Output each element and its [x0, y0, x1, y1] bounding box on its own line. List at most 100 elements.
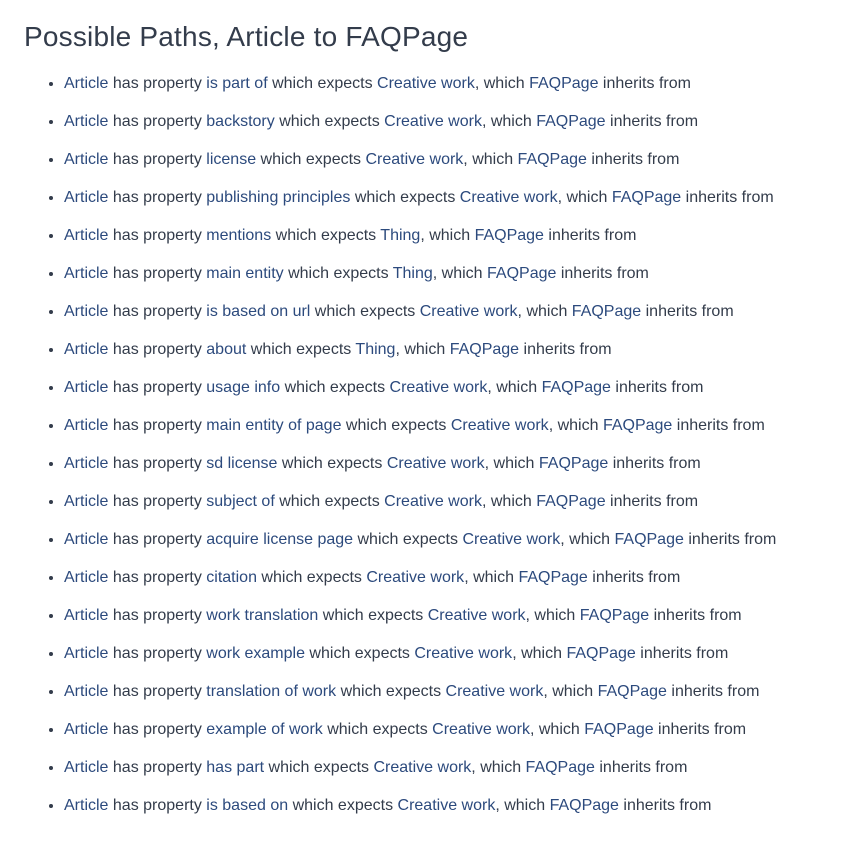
property-link[interactable]: citation — [206, 569, 257, 586]
target-link[interactable]: FAQPage — [572, 303, 641, 320]
expects-link[interactable]: Creative work — [365, 151, 463, 168]
subject-link[interactable]: Article — [64, 379, 108, 396]
target-link[interactable]: FAQPage — [450, 341, 519, 358]
text-which-expects: which expects — [277, 455, 386, 472]
property-link[interactable]: example of work — [206, 721, 323, 738]
text-which-expects: which expects — [271, 227, 380, 244]
expects-link[interactable]: Creative work — [377, 75, 475, 92]
target-link[interactable]: FAQPage — [526, 759, 595, 776]
text-has-property: has property — [108, 607, 206, 624]
subject-link[interactable]: Article — [64, 797, 108, 814]
text-comma-which: , which — [482, 493, 536, 510]
subject-link[interactable]: Article — [64, 493, 108, 510]
property-link[interactable]: translation of work — [206, 683, 336, 700]
property-link[interactable]: about — [206, 341, 246, 358]
property-link[interactable]: publishing principles — [206, 189, 350, 206]
subject-link[interactable]: Article — [64, 759, 108, 776]
property-link[interactable]: usage info — [206, 379, 280, 396]
expects-link[interactable]: Creative work — [420, 303, 518, 320]
property-link[interactable]: sd license — [206, 455, 277, 472]
subject-link[interactable]: Article — [64, 569, 108, 586]
target-link[interactable]: FAQPage — [536, 113, 605, 130]
property-link[interactable]: work example — [206, 645, 305, 662]
target-link[interactable]: FAQPage — [529, 75, 598, 92]
subject-link[interactable]: Article — [64, 341, 108, 358]
property-link[interactable]: acquire license page — [206, 531, 353, 548]
target-link[interactable]: FAQPage — [612, 189, 681, 206]
subject-link[interactable]: Article — [64, 455, 108, 472]
property-link[interactable]: is part of — [206, 75, 267, 92]
property-link[interactable]: main entity of page — [206, 417, 341, 434]
expects-link[interactable]: Creative work — [390, 379, 488, 396]
target-link[interactable]: FAQPage — [487, 265, 556, 282]
text-which-expects: which expects — [275, 113, 384, 130]
expects-link[interactable]: Thing — [393, 265, 433, 282]
expects-link[interactable]: Creative work — [432, 721, 530, 738]
subject-link[interactable]: Article — [64, 531, 108, 548]
target-link[interactable]: FAQPage — [603, 417, 672, 434]
target-link[interactable]: FAQPage — [566, 645, 635, 662]
expects-link[interactable]: Creative work — [384, 493, 482, 510]
property-link[interactable]: is based on url — [206, 303, 310, 320]
text-which-expects: which expects — [268, 75, 377, 92]
text-which-expects: which expects — [246, 341, 355, 358]
property-link[interactable]: license — [206, 151, 256, 168]
target-link[interactable]: FAQPage — [598, 683, 667, 700]
subject-link[interactable]: Article — [64, 151, 108, 168]
text-comma-which: , which — [420, 227, 474, 244]
subject-link[interactable]: Article — [64, 417, 108, 434]
target-link[interactable]: FAQPage — [542, 379, 611, 396]
expects-link[interactable]: Creative work — [398, 797, 496, 814]
subject-link[interactable]: Article — [64, 265, 108, 282]
expects-link[interactable]: Creative work — [428, 607, 526, 624]
target-link[interactable]: FAQPage — [615, 531, 684, 548]
path-item: Article has property main entity of page… — [64, 414, 822, 438]
property-link[interactable]: has part — [206, 759, 264, 776]
subject-link[interactable]: Article — [64, 683, 108, 700]
text-inherits-from: inherits from — [598, 75, 690, 92]
text-has-property: has property — [108, 645, 206, 662]
expects-link[interactable]: Creative work — [373, 759, 471, 776]
expects-link[interactable]: Creative work — [462, 531, 560, 548]
target-link[interactable]: FAQPage — [584, 721, 653, 738]
subject-link[interactable]: Article — [64, 607, 108, 624]
property-link[interactable]: work translation — [206, 607, 318, 624]
target-link[interactable]: FAQPage — [518, 569, 587, 586]
subject-link[interactable]: Article — [64, 75, 108, 92]
target-link[interactable]: FAQPage — [580, 607, 649, 624]
text-inherits-from: inherits from — [636, 645, 728, 662]
property-link[interactable]: subject of — [206, 493, 274, 510]
property-link[interactable]: backstory — [206, 113, 274, 130]
property-link[interactable]: is based on — [206, 797, 288, 814]
subject-link[interactable]: Article — [64, 227, 108, 244]
expects-link[interactable]: Creative work — [387, 455, 485, 472]
target-link[interactable]: FAQPage — [475, 227, 544, 244]
text-inherits-from: inherits from — [619, 797, 711, 814]
text-comma-which: , which — [558, 189, 612, 206]
target-link[interactable]: FAQPage — [518, 151, 587, 168]
target-link[interactable]: FAQPage — [550, 797, 619, 814]
property-link[interactable]: mentions — [206, 227, 271, 244]
subject-link[interactable]: Article — [64, 303, 108, 320]
expects-link[interactable]: Creative work — [414, 645, 512, 662]
text-which-expects: which expects — [323, 721, 432, 738]
text-comma-which: , which — [487, 379, 541, 396]
target-link[interactable]: FAQPage — [536, 493, 605, 510]
subject-link[interactable]: Article — [64, 645, 108, 662]
property-link[interactable]: main entity — [206, 265, 283, 282]
subject-link[interactable]: Article — [64, 189, 108, 206]
text-inherits-from: inherits from — [556, 265, 648, 282]
expects-link[interactable]: Creative work — [460, 189, 558, 206]
target-link[interactable]: FAQPage — [539, 455, 608, 472]
subject-link[interactable]: Article — [64, 721, 108, 738]
subject-link[interactable]: Article — [64, 113, 108, 130]
text-inherits-from: inherits from — [606, 493, 698, 510]
expects-link[interactable]: Creative work — [384, 113, 482, 130]
text-comma-which: , which — [395, 341, 449, 358]
text-has-property: has property — [108, 455, 206, 472]
expects-link[interactable]: Creative work — [366, 569, 464, 586]
expects-link[interactable]: Creative work — [446, 683, 544, 700]
expects-link[interactable]: Thing — [380, 227, 420, 244]
expects-link[interactable]: Creative work — [451, 417, 549, 434]
expects-link[interactable]: Thing — [355, 341, 395, 358]
